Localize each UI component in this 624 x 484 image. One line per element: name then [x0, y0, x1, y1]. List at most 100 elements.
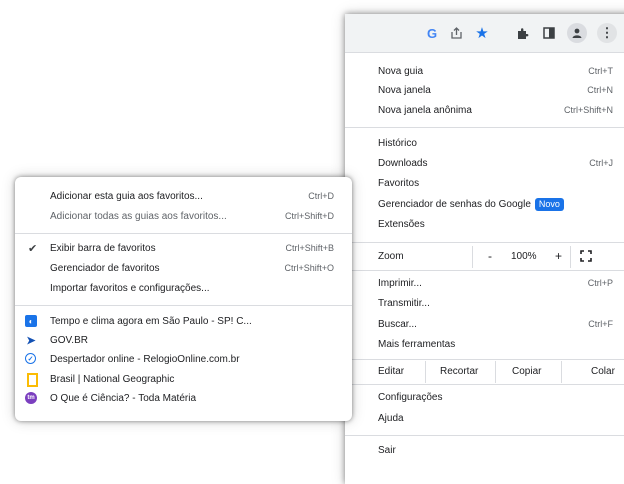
menu-item-label: Importar favoritos e configurações...: [50, 283, 210, 294]
new-badge: Novo: [535, 198, 564, 211]
zoom-label: Zoom: [378, 251, 404, 262]
menu-divider: [15, 305, 352, 306]
bookmark-item[interactable]: ✓ Despertador online - RelogioOnline.com…: [15, 351, 352, 369]
cut-button[interactable]: Recortar: [440, 366, 478, 377]
menu-item-label: Exibir barra de favoritos: [50, 243, 156, 254]
menu-item-add-all-bookmarks: Adicionar todas as guias aos favoritos..…: [15, 208, 352, 226]
zoom-out-button[interactable]: -: [488, 249, 492, 263]
copy-button[interactable]: Copiar: [512, 366, 541, 377]
bookmark-title: Brasil | National Geographic: [50, 374, 174, 385]
menu-item-label: Transmitir...: [378, 298, 430, 309]
share-icon[interactable]: [447, 24, 465, 42]
zoom-row: Zoom - 100% +: [345, 246, 624, 268]
menu-divider: [345, 359, 624, 360]
paste-button[interactable]: Colar: [591, 366, 615, 377]
bookmarks-submenu: Adicionar esta guia aos favoritos... Ctr…: [15, 177, 352, 421]
menu-item-shortcut: Ctrl+N: [587, 85, 613, 95]
menu-item-label: Nova janela: [378, 85, 431, 96]
menu-item-favoritos[interactable]: Favoritos ›: [345, 175, 624, 193]
menu-item-label: Gerenciador de senhas do Google Novo: [378, 198, 564, 211]
menu-item-label: Buscar...: [378, 319, 417, 330]
more-menu-icon[interactable]: ⋮: [597, 23, 617, 43]
menu-item-configuracoes[interactable]: Configurações: [345, 389, 624, 407]
menu-item-label: Imprimir...: [378, 278, 422, 289]
menu-item-nova-janela[interactable]: Nova janela Ctrl+N: [345, 82, 624, 100]
menu-item-nova-guia[interactable]: Nova guia Ctrl+T: [345, 63, 624, 81]
menu-item-label: Downloads: [378, 158, 427, 169]
menu-item-label: Mais ferramentas: [378, 339, 455, 350]
weather-favicon: ◐: [25, 315, 37, 327]
menu-item-ajuda[interactable]: Ajuda ›: [345, 410, 624, 428]
bookmark-title: Tempo e clima agora em São Paulo - SP! C…: [50, 316, 252, 327]
menu-divider: [15, 233, 352, 234]
menu-item-label: Histórico: [378, 138, 417, 149]
chrome-main-menu: G ★ ⋮ Nova guia Ctrl+T Nova janela Ctrl+…: [345, 14, 624, 484]
todamateria-favicon: tm: [25, 392, 37, 404]
menu-item-shortcut: Ctrl+Shift+N: [564, 105, 613, 115]
govbr-favicon: ➤: [25, 334, 37, 346]
edit-row: Editar Recortar Copiar Colar: [345, 361, 624, 383]
menu-item-mais-ferramentas[interactable]: Mais ferramentas ›: [345, 336, 624, 354]
menu-item-show-bookmarks-bar[interactable]: ✔ Exibir barra de favoritos Ctrl+Shift+B: [15, 240, 352, 258]
menu-item-extensoes[interactable]: Extensões ›: [345, 216, 624, 234]
menu-item-buscar[interactable]: Buscar... Ctrl+F: [345, 316, 624, 334]
menu-item-historico[interactable]: Histórico ›: [345, 135, 624, 153]
checkmark-icon: ✔: [28, 242, 37, 255]
profile-icon[interactable]: [567, 23, 587, 43]
menu-item-import-bookmarks[interactable]: Importar favoritos e configurações...: [15, 280, 352, 298]
menu-divider: [345, 242, 624, 243]
menu-item-bookmark-manager[interactable]: Gerenciador de favoritos Ctrl+Shift+O: [15, 260, 352, 278]
bookmark-title: Despertador online - RelogioOnline.com.b…: [50, 354, 240, 365]
menu-item-label: Configurações: [378, 392, 442, 403]
extensions-icon[interactable]: [513, 24, 531, 42]
menu-item-text: Gerenciador de senhas do Google: [378, 199, 531, 210]
menu-item-shortcut: Ctrl+D: [308, 191, 334, 201]
menu-item-imprimir[interactable]: Imprimir... Ctrl+P: [345, 275, 624, 293]
menu-item-shortcut: Ctrl+Shift+O: [284, 263, 334, 273]
menu-divider: [345, 435, 624, 436]
menu-item-sair[interactable]: Sair: [345, 442, 624, 460]
edit-divider: [561, 361, 562, 383]
edit-divider: [495, 361, 496, 383]
menu-divider: [345, 127, 624, 128]
google-icon[interactable]: G: [423, 24, 441, 42]
browser-toolbar: G ★ ⋮: [345, 14, 624, 53]
menu-item-label: Nova janela anônima: [378, 105, 472, 116]
menu-item-shortcut: Ctrl+J: [589, 158, 613, 168]
zoom-divider: [570, 246, 571, 268]
menu-divider: [345, 270, 624, 271]
bookmark-item[interactable]: ➤ GOV.BR: [15, 332, 352, 350]
menu-item-downloads[interactable]: Downloads Ctrl+J: [345, 155, 624, 173]
bookmark-item[interactable]: Brasil | National Geographic: [15, 371, 352, 389]
bookmark-star-icon[interactable]: ★: [473, 24, 491, 42]
side-panel-icon[interactable]: [540, 24, 558, 42]
menu-divider: [345, 384, 624, 385]
menu-item-label: Nova guia: [378, 66, 423, 77]
zoom-in-button[interactable]: +: [555, 249, 562, 263]
menu-item-shortcut: Ctrl+T: [588, 66, 613, 76]
menu-item-nova-janela-anonima[interactable]: Nova janela anônima Ctrl+Shift+N: [345, 102, 624, 120]
menu-item-transmitir[interactable]: Transmitir...: [345, 295, 624, 313]
alarm-clock-favicon: ✓: [25, 353, 36, 364]
zoom-level: 100%: [511, 251, 537, 262]
menu-item-label: Adicionar esta guia aos favoritos...: [50, 191, 203, 202]
zoom-divider: [472, 246, 473, 268]
menu-item-shortcut: Ctrl+Shift+D: [285, 211, 334, 221]
menu-item-shortcut: Ctrl+Shift+B: [285, 243, 334, 253]
menu-item-label: Gerenciador de favoritos: [50, 263, 160, 274]
bookmark-item[interactable]: tm O Que é Ciência? - Toda Matéria: [15, 390, 352, 408]
natgeo-favicon: [27, 373, 38, 387]
bookmark-item[interactable]: ◐ Tempo e clima agora em São Paulo - SP!…: [15, 313, 352, 331]
menu-item-shortcut: Ctrl+F: [588, 319, 613, 329]
bookmark-title: O Que é Ciência? - Toda Matéria: [50, 393, 196, 404]
menu-item-label: Ajuda: [378, 413, 404, 424]
fullscreen-icon[interactable]: [580, 250, 592, 265]
edit-divider: [425, 361, 426, 383]
menu-item-gerenciador-senhas[interactable]: Gerenciador de senhas do Google Novo: [345, 195, 624, 213]
menu-item-add-bookmark[interactable]: Adicionar esta guia aos favoritos... Ctr…: [15, 188, 352, 206]
menu-item-label: Sair: [378, 445, 396, 456]
menu-item-label: Favoritos: [378, 178, 419, 189]
menu-item-label: Adicionar todas as guias aos favoritos..…: [50, 211, 227, 222]
edit-label: Editar: [378, 366, 404, 377]
menu-item-label: Extensões: [378, 219, 425, 230]
